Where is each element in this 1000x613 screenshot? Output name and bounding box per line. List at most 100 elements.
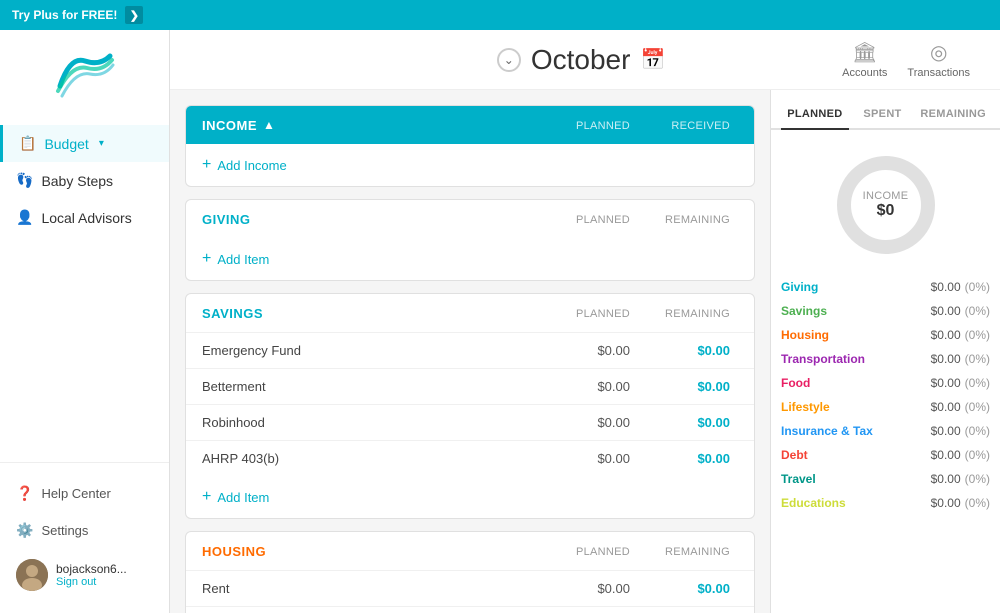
giving-planned-label: PLANNED xyxy=(576,214,630,226)
category-food-pct: (0%) xyxy=(965,376,990,390)
category-insurance-pct: (0%) xyxy=(965,424,990,438)
savings-betterment-planned: $0.00 xyxy=(538,379,638,394)
savings-betterment-name: Betterment xyxy=(202,379,538,394)
header-actions: 🏛 Accounts ◎ Transactions xyxy=(842,40,970,79)
accounts-button[interactable]: 🏛 Accounts xyxy=(842,40,887,79)
savings-ahrp-remaining: $0.00 xyxy=(638,451,738,466)
housing-planned-label: PLANNED xyxy=(576,546,630,558)
donut-container: INCOME $0 xyxy=(771,130,1000,275)
category-housing-name: Housing xyxy=(781,328,931,342)
tab-planned[interactable]: PLANNED xyxy=(781,100,849,130)
sidebar: 📋 Budget ▾ 👣 Baby Steps 👤 Local Advisors… xyxy=(0,30,170,613)
add-income-label: Add Income xyxy=(217,158,286,173)
housing-section: HOUSING PLANNED REMAINING Rent $0.00 $0.… xyxy=(185,531,755,613)
savings-robinhood-remaining: $0.00 xyxy=(638,415,738,430)
category-transportation-pct: (0%) xyxy=(965,352,990,366)
content-header: ⌄ October 📅 🏛 Accounts ◎ Transactions xyxy=(170,30,1000,90)
savings-title: SAVINGS xyxy=(202,306,263,321)
income-planned-label: PLANNED xyxy=(576,120,630,132)
category-housing-amount: $0.00 xyxy=(931,328,961,342)
add-giving-item-button[interactable]: + Add Item xyxy=(186,238,754,280)
add-giving-label: Add Item xyxy=(217,252,269,267)
category-row-debt: Debt $0.00 (0%) xyxy=(781,443,990,467)
category-giving-name: Giving xyxy=(781,280,931,294)
help-center-icon: ❓ xyxy=(16,485,33,502)
category-debt-name: Debt xyxy=(781,448,931,462)
tab-spent[interactable]: SPENT xyxy=(849,100,917,128)
top-banner[interactable]: Try Plus for FREE! ❯ xyxy=(0,0,1000,30)
savings-planned-label: PLANNED xyxy=(576,308,630,320)
giving-section-header: GIVING PLANNED REMAINING xyxy=(186,200,754,238)
sidebar-label-help-center: Help Center xyxy=(41,486,110,501)
logo-svg xyxy=(50,46,120,101)
housing-rent-remaining: $0.00 xyxy=(638,581,738,596)
add-savings-plus-icon: + xyxy=(202,488,211,506)
category-travel-amount: $0.00 xyxy=(931,472,961,486)
savings-section-header: SAVINGS PLANNED REMAINING xyxy=(186,294,754,332)
savings-emergency-fund-planned: $0.00 xyxy=(538,343,638,358)
add-income-button[interactable]: + Add Income xyxy=(186,144,754,186)
sidebar-item-budget[interactable]: 📋 Budget ▾ xyxy=(0,125,169,162)
transactions-button[interactable]: ◎ Transactions xyxy=(907,40,970,79)
sidebar-label-budget: Budget xyxy=(44,136,88,152)
housing-remaining-label: REMAINING xyxy=(665,546,730,558)
giving-remaining-label: REMAINING xyxy=(665,214,730,226)
banner-arrow[interactable]: ❯ xyxy=(125,6,143,24)
donut-title: INCOME xyxy=(863,190,909,202)
add-savings-item-button[interactable]: + Add Item xyxy=(186,476,754,518)
category-lifestyle-amount: $0.00 xyxy=(931,400,961,414)
savings-ahrp-name: AHRP 403(b) xyxy=(202,451,538,466)
giving-title: GIVING xyxy=(202,212,251,227)
category-row-transportation: Transportation $0.00 (0%) xyxy=(781,347,990,371)
budget-icon: 📋 xyxy=(19,135,36,152)
income-chevron: ▲ xyxy=(263,118,275,132)
housing-rent-name: Rent xyxy=(202,581,538,596)
donut-amount: $0 xyxy=(863,202,909,220)
income-section: INCOME ▲ PLANNED RECEIVED + Add Income xyxy=(185,105,755,187)
sidebar-item-baby-steps[interactable]: 👣 Baby Steps xyxy=(0,162,169,199)
accounts-icon: 🏛 xyxy=(852,40,877,65)
savings-robinhood-planned: $0.00 xyxy=(538,415,638,430)
savings-section: SAVINGS PLANNED REMAINING Emergency Fund… xyxy=(185,293,755,519)
sidebar-nav: 📋 Budget ▾ 👣 Baby Steps 👤 Local Advisors xyxy=(0,117,169,462)
income-title: INCOME xyxy=(202,118,257,133)
month-title: October xyxy=(531,44,631,76)
savings-ahrp-planned: $0.00 xyxy=(538,451,638,466)
housing-section-header: HOUSING PLANNED REMAINING xyxy=(186,532,754,570)
savings-row-ahrp: AHRP 403(b) $0.00 $0.00 xyxy=(186,440,754,476)
add-giving-plus-icon: + xyxy=(202,250,211,268)
category-debt-amount: $0.00 xyxy=(931,448,961,462)
banner-text: Try Plus for FREE! xyxy=(12,8,117,22)
user-info: bojackson6... Sign out xyxy=(56,562,127,588)
sidebar-label-local-advisors: Local Advisors xyxy=(41,210,131,226)
transactions-label: Transactions xyxy=(907,67,970,79)
tab-remaining[interactable]: REMAINING xyxy=(916,100,990,128)
category-row-insurance: Insurance & Tax $0.00 (0%) xyxy=(781,419,990,443)
sidebar-item-settings[interactable]: ⚙️ Settings xyxy=(0,512,169,549)
month-prev-button[interactable]: ⌄ xyxy=(497,48,521,72)
sign-out-link[interactable]: Sign out xyxy=(56,576,127,588)
category-education-name: Educations xyxy=(781,496,931,510)
transactions-icon: ◎ xyxy=(930,40,947,65)
content-area: ⌄ October 📅 🏛 Accounts ◎ Transactions xyxy=(170,30,1000,613)
housing-row-water: Water/Sewage/Pest Cor $0.00 $0.00 xyxy=(186,606,754,613)
savings-row-betterment: Betterment $0.00 $0.00 xyxy=(186,368,754,404)
category-row-lifestyle: Lifestyle $0.00 (0%) xyxy=(781,395,990,419)
category-row-housing: Housing $0.00 (0%) xyxy=(781,323,990,347)
sidebar-item-help-center[interactable]: ❓ Help Center xyxy=(0,475,169,512)
sidebar-item-local-advisors[interactable]: 👤 Local Advisors xyxy=(0,199,169,236)
add-income-plus-icon: + xyxy=(202,156,211,174)
baby-steps-icon: 👣 xyxy=(16,172,33,189)
sidebar-bottom: ❓ Help Center ⚙️ Settings xyxy=(0,462,169,613)
category-transportation-amount: $0.00 xyxy=(931,352,961,366)
savings-remaining-label: REMAINING xyxy=(665,308,730,320)
calendar-icon[interactable]: 📅 xyxy=(640,47,665,72)
category-giving-amount: $0.00 xyxy=(931,280,961,294)
savings-row-emergency-fund: Emergency Fund $0.00 $0.00 xyxy=(186,332,754,368)
category-row-travel: Travel $0.00 (0%) xyxy=(781,467,990,491)
savings-emergency-fund-remaining: $0.00 xyxy=(638,343,738,358)
housing-title: HOUSING xyxy=(202,544,266,559)
logo xyxy=(0,30,169,117)
sidebar-label-settings: Settings xyxy=(41,523,88,538)
savings-robinhood-name: Robinhood xyxy=(202,415,538,430)
